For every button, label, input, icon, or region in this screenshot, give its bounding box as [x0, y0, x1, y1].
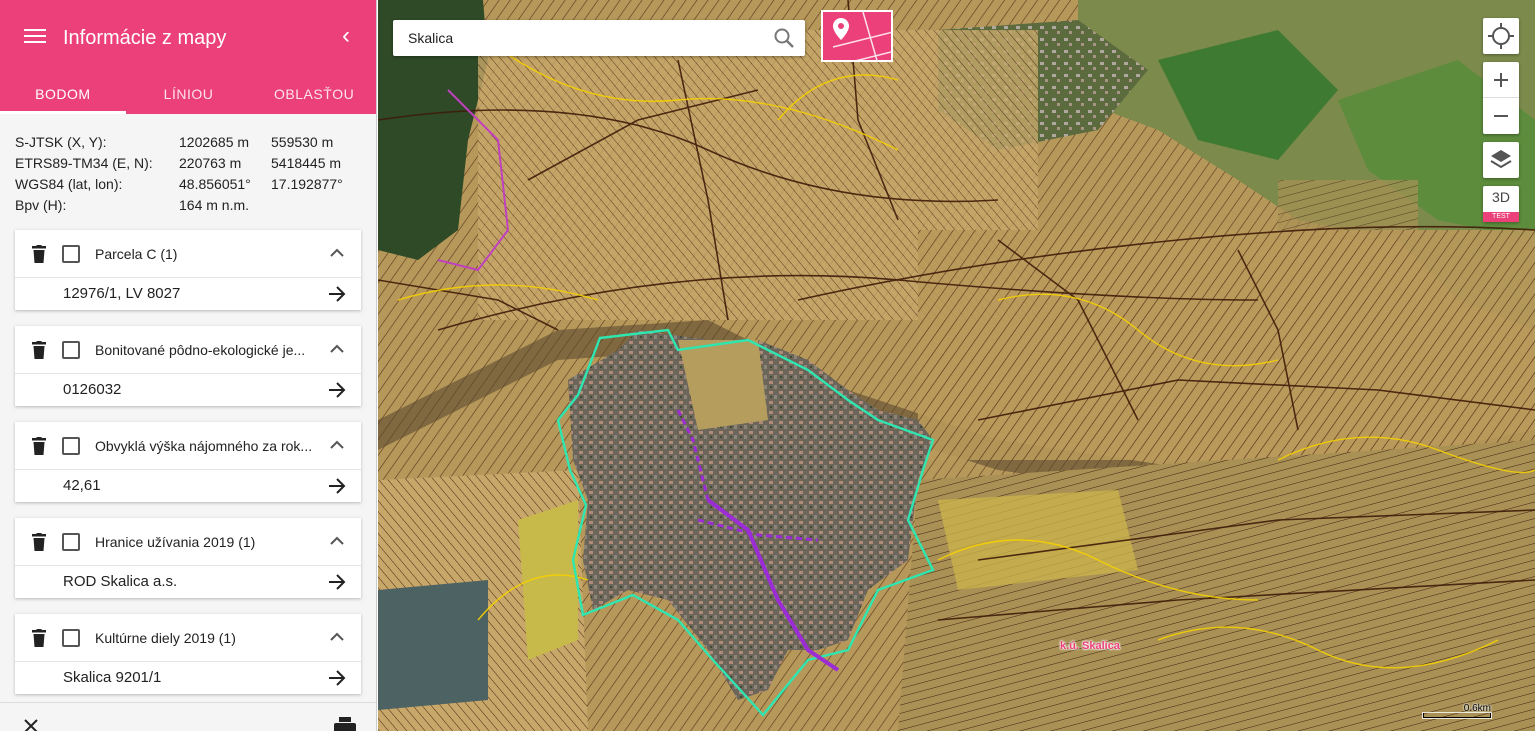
scale-line — [1423, 713, 1491, 718]
layers-control — [1483, 142, 1519, 178]
coord-label: Bpv (H): — [15, 197, 67, 213]
arrow-right-icon[interactable] — [327, 476, 347, 496]
result-card-header[interactable]: Parcela C (1) — [15, 230, 361, 278]
locate-control — [1483, 18, 1519, 54]
result-value: 0126032 — [63, 381, 122, 398]
app: Informácie z mapy ‹ BODOM LÍNIOU OBLASŤO… — [0, 0, 1535, 731]
coord-value-y: 559530 m — [271, 134, 334, 150]
menu-icon[interactable] — [24, 26, 46, 48]
map-view[interactable]: 3D TEST k.ú. Skalica 0.6km — [378, 0, 1535, 731]
chevron-up-icon[interactable] — [329, 534, 345, 548]
result-checkbox[interactable] — [62, 245, 80, 263]
coord-value-e: 220763 m — [179, 155, 242, 171]
3d-view-button[interactable]: 3D TEST — [1483, 186, 1519, 222]
chevron-up-icon[interactable] — [329, 630, 345, 644]
arrow-right-icon[interactable] — [327, 572, 347, 592]
result-title: Parcela C (1) — [95, 246, 178, 262]
arrow-right-icon[interactable] — [327, 284, 347, 304]
coord-row-wgs84: WGS84 (lat, lon): 48.856051° 17.192877° — [15, 174, 355, 195]
result-row[interactable]: 12976/1, LV 8027 — [15, 278, 361, 310]
trash-icon[interactable] — [31, 245, 47, 263]
result-title: Obvyklá výška nájomného za rok... — [95, 438, 313, 454]
coordinates-panel: S-JTSK (X, Y): 1202685 m 559530 m ETRS89… — [15, 132, 355, 216]
result-title: Hranice užívania 2019 (1) — [95, 534, 256, 550]
result-value: 42,61 — [63, 477, 101, 494]
zoom-in-icon[interactable] — [1483, 62, 1519, 98]
zoom-control — [1483, 62, 1519, 134]
trash-icon[interactable] — [31, 341, 47, 359]
coord-value-x: 1202685 m — [179, 134, 250, 150]
search-input[interactable] — [408, 20, 768, 56]
coord-row-etrs89: ETRS89-TM34 (E, N): 220763 m 5418445 m — [15, 153, 355, 174]
result-value: 12976/1, LV 8027 — [63, 285, 181, 302]
sidebar-title: Informácie z mapy — [63, 27, 227, 49]
coord-row-bpv: Bpv (H): 164 m n.m. — [15, 195, 355, 216]
result-card-culture: Kultúrne diely 2019 (1) Skalica 9201/1 — [15, 614, 361, 694]
result-value: Skalica 9201/1 — [63, 669, 162, 686]
cadastral-area-label: k.ú. Skalica — [1060, 640, 1120, 652]
tab-area[interactable]: OBLASŤOU — [251, 74, 376, 114]
coord-label: WGS84 (lat, lon): — [15, 176, 123, 192]
sidebar-footer — [0, 702, 376, 731]
sidebar-header: Informácie z mapy ‹ BODOM LÍNIOU OBLASŤO… — [0, 0, 376, 114]
layers-icon[interactable] — [1483, 142, 1519, 178]
coord-value-n: 5418445 m — [271, 155, 342, 171]
tab-point[interactable]: BODOM — [0, 74, 126, 114]
result-card-header[interactable]: Kultúrne diely 2019 (1) — [15, 614, 361, 662]
arrow-right-icon[interactable] — [327, 380, 347, 400]
info-sidebar: Informácie z mapy ‹ BODOM LÍNIOU OBLASŤO… — [0, 0, 377, 731]
result-title: Bonitované pôdno-ekologické je... — [95, 342, 306, 358]
tab-line[interactable]: LÍNIOU — [126, 74, 252, 114]
result-card-header[interactable]: Bonitované pôdno-ekologické je... — [15, 326, 361, 374]
map-canvas — [378, 0, 1535, 731]
result-card-header[interactable]: Hranice užívania 2019 (1) — [15, 518, 361, 566]
chevron-up-icon[interactable] — [329, 246, 345, 260]
coord-row-sjtsk: S-JTSK (X, Y): 1202685 m 559530 m — [15, 132, 355, 153]
result-row[interactable]: ROD Skalica a.s. — [15, 566, 361, 598]
scale-bar: 0.6km — [1421, 703, 1491, 719]
chevron-up-icon[interactable] — [329, 438, 345, 452]
crosshair-icon[interactable] — [1483, 18, 1519, 54]
coord-label: S-JTSK (X, Y): — [15, 134, 107, 150]
result-checkbox[interactable] — [62, 437, 80, 455]
print-icon[interactable] — [334, 717, 356, 731]
result-checkbox[interactable] — [62, 341, 80, 359]
trash-icon[interactable] — [31, 629, 47, 647]
result-card-parcel: Parcela C (1) 12976/1, LV 8027 — [15, 230, 361, 310]
result-card-soil: Bonitované pôdno-ekologické je... 012603… — [15, 326, 361, 406]
search-icon[interactable] — [773, 27, 795, 49]
result-row[interactable]: 42,61 — [15, 470, 361, 502]
result-row[interactable]: 0126032 — [15, 374, 361, 406]
chevron-up-icon[interactable] — [329, 342, 345, 356]
coord-value-lon: 17.192877° — [271, 176, 343, 192]
result-checkbox[interactable] — [62, 533, 80, 551]
result-value: ROD Skalica a.s. — [63, 573, 178, 590]
coord-value-height: 164 m n.m. — [179, 197, 250, 213]
result-card-header[interactable]: Obvyklá výška nájomného za rok... — [15, 422, 361, 470]
result-checkbox[interactable] — [62, 629, 80, 647]
result-card-rent: Obvyklá výška nájomného za rok... 42,61 — [15, 422, 361, 502]
result-card-usage: Hranice užívania 2019 (1) ROD Skalica a.… — [15, 518, 361, 598]
3d-label: 3D — [1492, 189, 1510, 205]
trash-icon[interactable] — [31, 437, 47, 455]
chevron-left-icon[interactable]: ‹ — [336, 24, 356, 49]
arrow-right-icon[interactable] — [327, 668, 347, 688]
coord-label: ETRS89-TM34 (E, N): — [15, 155, 153, 171]
close-icon[interactable] — [22, 717, 40, 731]
trash-icon[interactable] — [31, 533, 47, 551]
result-row[interactable]: Skalica 9201/1 — [15, 662, 361, 694]
mode-tabs: BODOM LÍNIOU OBLASŤOU — [0, 74, 376, 114]
test-badge: TEST — [1483, 212, 1519, 222]
location-pin-icon[interactable] — [821, 10, 893, 62]
coord-value-lat: 48.856051° — [179, 176, 251, 192]
zoom-out-icon[interactable] — [1483, 98, 1519, 134]
result-title: Kultúrne diely 2019 (1) — [95, 630, 236, 646]
search-box — [393, 20, 805, 56]
